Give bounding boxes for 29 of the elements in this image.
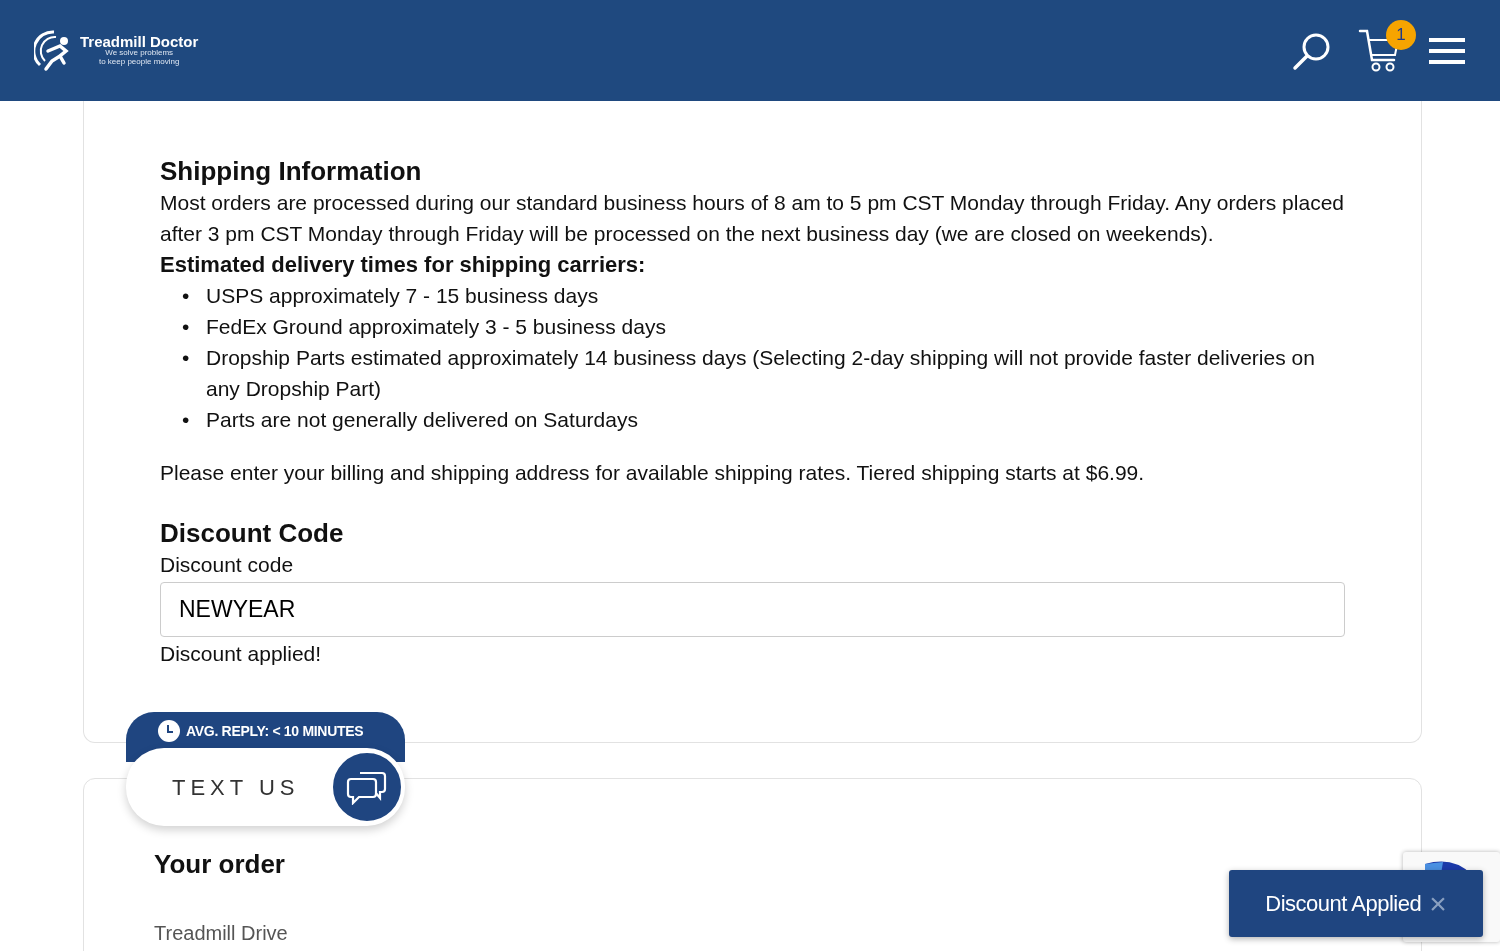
list-item: Dropship Parts estimated approximately 14 business days (Selecting 2-day shipping will not provide faster deliveries on any Dropship Part) [206, 345, 1316, 403]
bullet: • [182, 345, 191, 372]
bullet: • [182, 407, 191, 434]
section-heading: Your order [154, 849, 286, 881]
success-message: Discount applied! [160, 641, 323, 668]
discount-code-field[interactable]: NEWYEAR [160, 582, 1345, 638]
subheading: Estimated delivery times for shipping carriers: [160, 251, 647, 280]
brand-name: Treadmill Doctor [80, 34, 199, 50]
paragraph: Please enter your billing and shipping address for available shipping rates. Tiered shipping starts at $6.99. [160, 460, 1146, 487]
bullet: • [182, 283, 191, 310]
list-item: USPS approximately 7 - 15 business days [206, 283, 599, 310]
close-button[interactable]: × [1429, 888, 1447, 919]
list-item: Parts are not generally delivered on Saturdays [206, 407, 638, 434]
clock-icon [158, 720, 180, 742]
chat-bubbles-icon [346, 769, 388, 805]
section-heading: Discount Code [160, 518, 345, 550]
list-item: FedEx Ground approximately 3 - 5 business days [206, 314, 666, 341]
order-item-name: Treadmill Drive [154, 921, 289, 947]
menu-icon[interactable] [1428, 36, 1466, 65]
brand-tagline: We solve problems [104, 49, 175, 58]
paragraph: Most orders are processed during our standard business hours of 8 am to 5 pm CST Monday through Friday. Any orders placed after 3 pm CST Monday through Friday will be processed on the next business day (we are closed on weekends). [160, 190, 1345, 248]
cart-count-badge: 1 [1386, 19, 1416, 50]
brand-tagline: to keep people moving [97, 58, 181, 67]
toast-message: Discount Applied [1265, 890, 1422, 918]
section-heading: Shipping Information [160, 156, 423, 188]
text-us-button[interactable]: TEXT US [126, 748, 405, 826]
reply-time-text: AVG. REPLY: < 10 MINUTES [186, 721, 364, 741]
bullet: • [182, 314, 191, 341]
field-label: Discount code [160, 552, 295, 579]
